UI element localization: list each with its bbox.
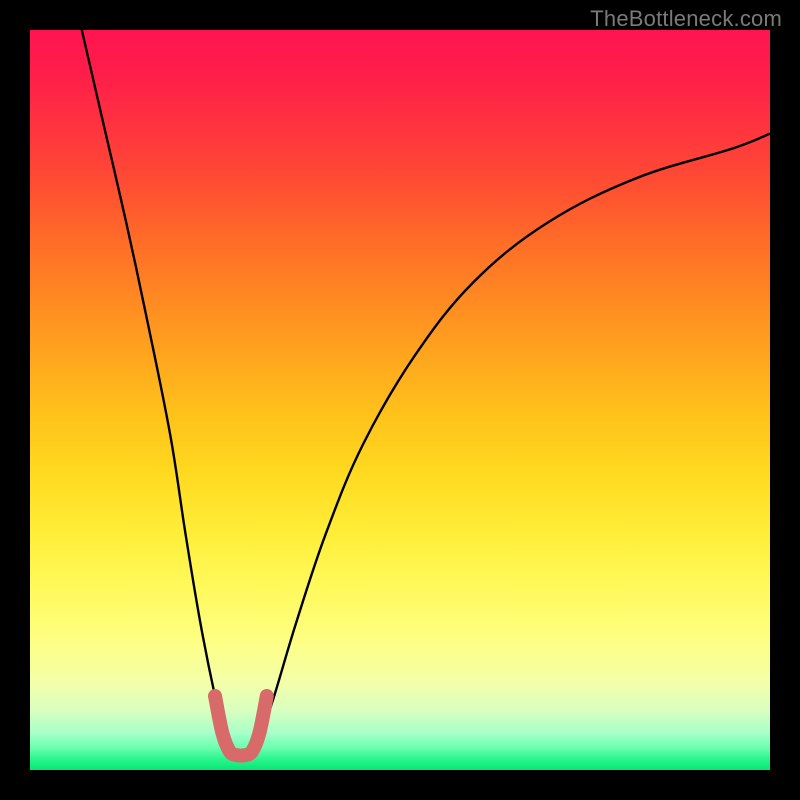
curve-left-branch [82, 30, 226, 740]
watermark-text: TheBottleneck.com [590, 6, 782, 32]
curve-right-branch [259, 134, 770, 741]
chart-svg [30, 30, 770, 770]
chart-plot-area [30, 30, 770, 770]
curve-highlight-u [215, 696, 267, 756]
